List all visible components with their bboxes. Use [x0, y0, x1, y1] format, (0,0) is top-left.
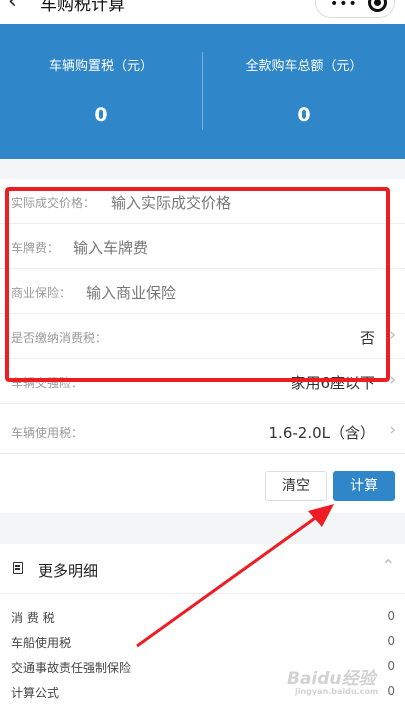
miniprogram-capsule: ••• [315, 0, 395, 18]
back-chevron-icon[interactable]: ‹ [8, 0, 17, 14]
detail-value: 0 [387, 684, 395, 698]
document-icon [13, 562, 23, 574]
plate-fee-row[interactable]: 车牌费： 输入车牌费 [0, 224, 405, 269]
insurance-input[interactable]: 输入商业保险 [86, 282, 176, 303]
detail-row: 车船使用税 0 [0, 630, 405, 654]
detail-row: 消 费 税 0 [0, 605, 405, 629]
tax-value: 0 [94, 104, 108, 126]
more-details-header[interactable]: 更多明细 ⌃ [0, 544, 405, 594]
compulsory-insurance-row[interactable]: 车辆交强险： 家用6座以下 › [0, 359, 405, 404]
plate-fee-label: 车牌费： [11, 241, 60, 255]
chevron-right-icon: › [389, 370, 396, 390]
tax-summary: 车辆购置税（元） 0 [0, 24, 202, 159]
watermark-brand: Baidu经验 [287, 669, 376, 689]
plate-fee-input[interactable]: 输入车牌费 [73, 237, 148, 258]
total-value: 0 [297, 104, 311, 126]
tax-label: 车辆购置税（元） [48, 59, 153, 74]
consumption-tax-row[interactable]: 是否缴纳消费税： 否 › [0, 314, 405, 359]
detail-value: 0 [387, 659, 395, 673]
watermark-sub: jingyan.baidu.com [295, 687, 379, 696]
detail-value: 0 [387, 609, 395, 623]
price-label: 实际成交价格： [11, 196, 96, 210]
clear-button[interactable]: 清空 [265, 471, 327, 501]
summary-panel: 车辆购置税（元） 0 全款购车总额（元） 0 [0, 24, 405, 159]
price-input[interactable]: 输入实际成交价格 [111, 192, 231, 213]
usage-tax-label: 车辆使用税： [11, 426, 84, 440]
compulsory-insurance-value: 家用6座以下 [290, 374, 375, 392]
total-label: 全款购车总额（元） [245, 59, 363, 74]
detail-value: 0 [387, 634, 395, 648]
detail-label: 交通事故责任强制保险 [11, 661, 132, 675]
detail-label: 消 费 税 [11, 611, 55, 625]
detail-label: 车船使用税 [11, 636, 72, 650]
usage-tax-value: 1.6-2.0L（含） [268, 424, 375, 442]
detail-label: 计算公式 [11, 686, 60, 700]
calculator-form: 实际成交价格： 输入实际成交价格 车牌费： 输入车牌费 商业保险： 输入商业保险… [0, 179, 405, 513]
chevron-right-icon: › [389, 325, 396, 345]
chevron-up-icon[interactable]: ⌃ [382, 556, 395, 575]
more-details-title: 更多明细 [38, 562, 99, 580]
compulsory-insurance-label: 车辆交强险： [11, 376, 84, 390]
insurance-label: 商业保险： [11, 286, 72, 300]
navigation-bar: ‹ 车购税计算 ••• [0, 0, 405, 24]
chevron-right-icon: › [389, 420, 396, 440]
total-summary: 全款购车总额（元） 0 [203, 24, 405, 159]
price-row[interactable]: 实际成交价格： 输入实际成交价格 [0, 179, 405, 224]
page-title: 车购税计算 [40, 0, 125, 15]
usage-tax-row[interactable]: 车辆使用税： 1.6-2.0L（含） › [0, 409, 405, 454]
baidu-watermark: Baidu经验 jingyan.baidu.com [287, 664, 378, 696]
calculate-button[interactable]: 计算 [333, 471, 395, 501]
target-icon[interactable] [368, 0, 387, 12]
consumption-tax-label: 是否缴纳消费税： [11, 331, 108, 345]
more-dots-icon[interactable]: ••• [330, 0, 358, 12]
insurance-row[interactable]: 商业保险： 输入商业保险 [0, 269, 405, 314]
consumption-tax-value: 否 [359, 329, 375, 347]
